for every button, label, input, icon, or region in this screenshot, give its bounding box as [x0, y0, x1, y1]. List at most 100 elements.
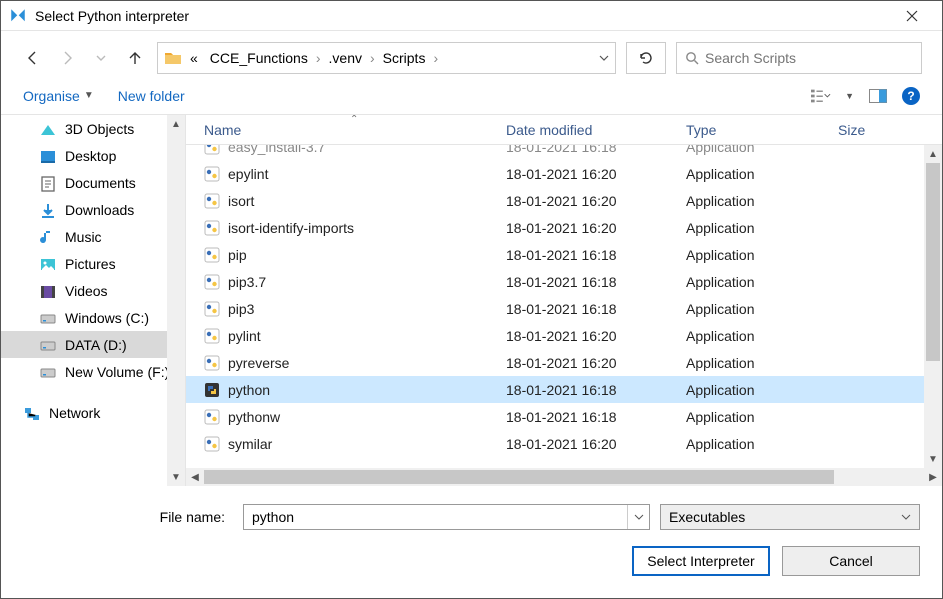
sidebar-icon — [39, 337, 55, 353]
col-size[interactable]: Size — [834, 122, 865, 138]
file-icon — [204, 220, 220, 236]
sidebar-item[interactable]: Videos — [1, 277, 185, 304]
cancel-button[interactable]: Cancel — [782, 546, 920, 576]
file-name: pip3.7 — [228, 274, 266, 290]
filename-input-box[interactable] — [243, 504, 650, 530]
filetype-filter[interactable]: Executables — [660, 504, 920, 530]
file-row[interactable]: pip18-01-2021 16:18Application — [186, 241, 942, 268]
scrollbar-thumb[interactable] — [204, 470, 834, 484]
crumb-dropdown[interactable] — [599, 53, 609, 63]
sidebar-label: Videos — [65, 283, 108, 299]
scroll-right-icon[interactable]: ▶ — [924, 468, 942, 486]
file-type: Application — [686, 328, 834, 344]
col-type[interactable]: Type — [686, 122, 834, 138]
file-icon — [204, 328, 220, 344]
select-button[interactable]: Select Interpreter — [632, 546, 770, 576]
file-name: pylint — [228, 328, 261, 344]
scroll-up-icon[interactable]: ▲ — [924, 145, 942, 163]
crumb-ellipsis[interactable]: « — [186, 50, 202, 66]
file-name: pythonw — [228, 409, 280, 425]
file-type: Application — [686, 436, 834, 452]
file-row[interactable]: pyreverse18-01-2021 16:20Application — [186, 349, 942, 376]
filter-label: Executables — [669, 509, 745, 525]
file-name: pip — [228, 247, 247, 263]
close-button[interactable] — [889, 1, 934, 31]
sidebar-scrollbar[interactable]: ▲ ▼ — [167, 115, 185, 486]
help-icon[interactable]: ? — [902, 87, 920, 105]
crumb-2[interactable]: .venv — [325, 50, 366, 66]
file-row[interactable]: pylint 18-01-2021 16:20Application — [186, 322, 942, 349]
file-icon — [204, 193, 220, 209]
nav-forward[interactable] — [55, 46, 79, 70]
scroll-down-icon[interactable]: ▼ — [924, 450, 942, 468]
sidebar-item[interactable]: DATA (D:) — [1, 331, 185, 358]
sidebar-item[interactable]: Downloads — [1, 196, 185, 223]
sidebar-item[interactable]: Music — [1, 223, 185, 250]
nav-back[interactable] — [21, 46, 45, 70]
nav-recent[interactable] — [89, 46, 113, 70]
preview-pane-toggle[interactable] — [868, 86, 888, 106]
file-row[interactable]: epylint18-01-2021 16:20Application — [186, 160, 942, 187]
col-date[interactable]: Date modified — [506, 122, 686, 138]
file-type: Application — [686, 247, 834, 263]
view-options[interactable] — [811, 86, 831, 106]
sidebar-item[interactable]: Windows (C:) — [1, 304, 185, 331]
sidebar-item[interactable]: Documents — [1, 169, 185, 196]
sidebar-item[interactable]: 3D Objects — [1, 115, 185, 142]
file-row[interactable]: python18-01-2021 16:18Application — [186, 376, 942, 403]
file-row[interactable]: easy_install-3.718-01-2021 16:18Applicat… — [186, 145, 942, 160]
chevron-down-icon[interactable]: ▼ — [845, 91, 854, 101]
file-type: Application — [686, 355, 834, 371]
sidebar-label: Windows (C:) — [65, 310, 149, 326]
vertical-scrollbar[interactable]: ▲ ▼ — [924, 145, 942, 468]
crumb-1[interactable]: CCE_Functions — [206, 50, 312, 66]
file-type: Application — [686, 274, 834, 290]
crumb-3[interactable]: Scripts — [379, 50, 430, 66]
sidebar-item[interactable]: Pictures — [1, 250, 185, 277]
file-row[interactable]: isort18-01-2021 16:20Application — [186, 187, 942, 214]
filename-dropdown[interactable] — [627, 505, 649, 529]
sidebar-label: Downloads — [65, 202, 134, 218]
col-name[interactable]: Name — [186, 122, 506, 138]
search-input-box[interactable] — [676, 42, 922, 74]
file-name: isort-identify-imports — [228, 220, 354, 236]
file-icon — [204, 409, 220, 425]
sidebar-icon — [39, 364, 55, 380]
search-icon — [685, 51, 699, 65]
file-row[interactable]: pip318-01-2021 16:18Application — [186, 295, 942, 322]
sidebar-item[interactable]: New Volume (F:) — [1, 358, 185, 385]
scroll-up-icon[interactable]: ▲ — [167, 115, 185, 133]
file-row[interactable]: pythonw18-01-2021 16:18Application — [186, 403, 942, 430]
sort-indicator-icon: ⌃ — [350, 115, 358, 125]
file-date: 18-01-2021 16:20 — [506, 328, 686, 344]
horizontal-scrollbar[interactable]: ◀ ▶ — [186, 468, 942, 486]
body: 3D ObjectsDesktop Documents Downloads Music… — [1, 115, 942, 486]
sidebar-icon — [39, 121, 55, 137]
sidebar-label: Pictures — [65, 256, 116, 272]
sidebar: 3D ObjectsDesktop Documents Downloads Music… — [1, 115, 186, 486]
file-icon — [204, 274, 220, 290]
breadcrumb[interactable]: « CCE_Functions › .venv › Scripts › — [157, 42, 616, 74]
scroll-down-icon[interactable]: ▼ — [167, 468, 185, 486]
file-name: pip3 — [228, 301, 254, 317]
sidebar-item[interactable]: Desktop — [1, 142, 185, 169]
sidebar-icon — [39, 175, 55, 191]
file-list: easy_install-3.718-01-2021 16:18Applicat… — [186, 145, 942, 468]
file-row[interactable]: symilar18-01-2021 16:20Application — [186, 430, 942, 457]
file-type: Application — [686, 382, 834, 398]
sidebar-label: Documents — [65, 175, 136, 191]
file-row[interactable]: pip3.718-01-2021 16:18Application — [186, 268, 942, 295]
new-folder-button[interactable]: New folder — [118, 88, 185, 104]
scroll-left-icon[interactable]: ◀ — [186, 468, 204, 486]
organise-menu[interactable]: Organise▼ — [23, 88, 94, 104]
search-input[interactable] — [705, 50, 913, 66]
filename-input[interactable] — [244, 509, 627, 525]
nav-up[interactable] — [123, 46, 147, 70]
sidebar-item-network[interactable]: Network — [1, 399, 185, 426]
refresh-button[interactable] — [626, 42, 666, 74]
chevron-right-icon: › — [316, 50, 321, 66]
file-date: 18-01-2021 16:18 — [506, 145, 686, 155]
file-row[interactable]: isort-identify-imports18-01-2021 16:20Ap… — [186, 214, 942, 241]
sidebar-icon — [39, 283, 55, 299]
scrollbar-thumb[interactable] — [926, 163, 940, 361]
